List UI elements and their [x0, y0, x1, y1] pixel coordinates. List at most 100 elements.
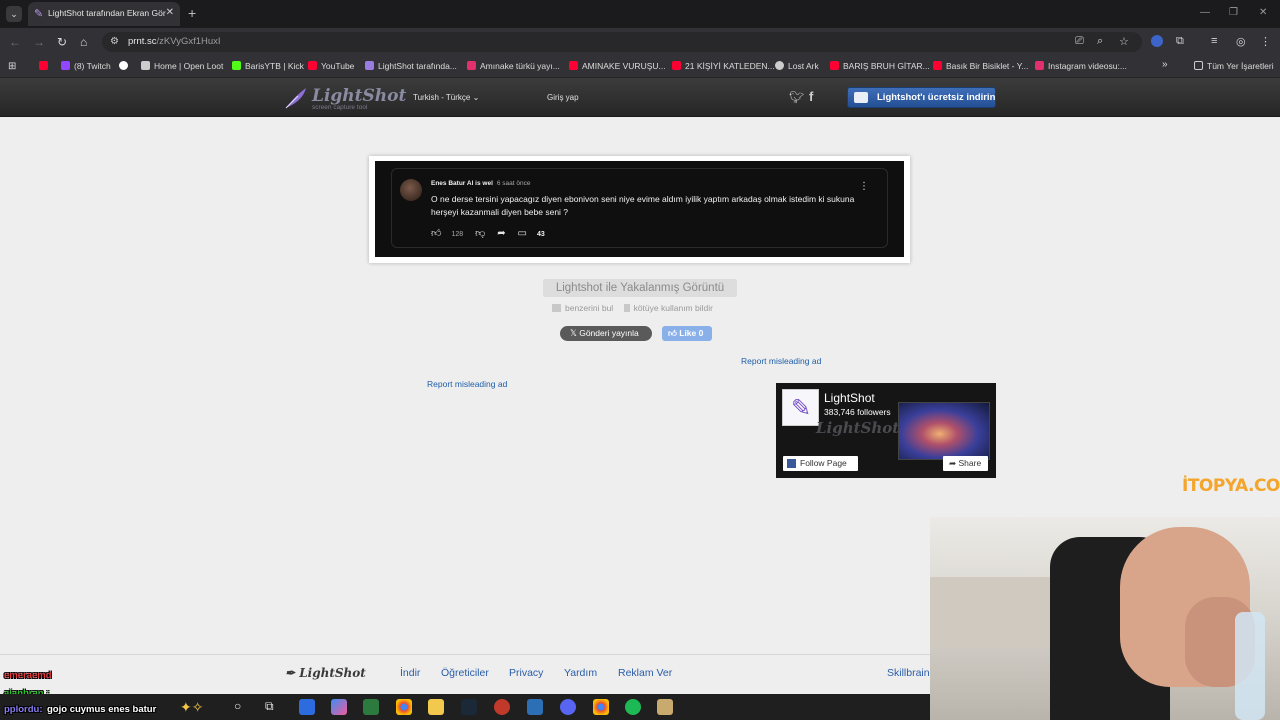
home-icon[interactable]: ⌂: [80, 35, 87, 49]
back-icon[interactable]: ←: [9, 35, 21, 49]
footer-logo[interactable]: ✒ LightShot: [285, 666, 366, 680]
language-label: Turkish - Türkçe: [413, 93, 471, 102]
bookmark-item[interactable]: LightShot tarafında...: [365, 61, 457, 71]
app-icon[interactable]: [299, 699, 315, 715]
chrome-icon[interactable]: [593, 699, 609, 715]
youtube-icon: [830, 61, 839, 70]
menu-icon[interactable]: ⋮: [1260, 35, 1271, 48]
apps-grid-icon[interactable]: ⊞: [8, 61, 16, 72]
site-header: [0, 78, 1280, 117]
screenshot-image[interactable]: Enes Batur Al is wel 6 saat önce O ne der…: [375, 161, 904, 257]
task-view-icon[interactable]: ⧉: [265, 699, 274, 714]
forward-icon[interactable]: →: [33, 35, 45, 49]
bookmark-item[interactable]: Amınake türkü yayı...: [467, 61, 560, 71]
page-name[interactable]: LightShot: [824, 391, 875, 405]
like-label: Like 0: [679, 328, 704, 338]
download-button[interactable]: Lightshot'ı ücretsiz indirin: [847, 87, 996, 108]
site-info-icon[interactable]: ⚙: [110, 36, 119, 47]
url-input[interactable]: ⚙ prnt.sc/zKVyGxf1HuxI: [102, 32, 1142, 52]
footer-link-advertise[interactable]: Reklam Ver: [618, 667, 672, 679]
search-circle-icon[interactable]: ○: [234, 699, 241, 713]
chrome-icon[interactable]: [396, 699, 412, 715]
reading-list-icon[interactable]: ≡: [1211, 35, 1217, 47]
youtube-icon: [39, 61, 48, 70]
tab-close-icon[interactable]: ✕: [166, 7, 174, 18]
minimize-icon[interactable]: —: [1200, 7, 1210, 18]
footer-link-tutorials[interactable]: Öğreticiler: [441, 667, 489, 679]
bookmark-item[interactable]: BarisYTB | Kick: [232, 61, 304, 71]
language-selector[interactable]: Turkish - Türkçe ⌄: [413, 93, 479, 102]
url-text: prnt.sc/zKVyGxf1HuxI: [128, 36, 221, 47]
bookmark-label: Home | Open Loot: [154, 61, 224, 71]
follow-page-button[interactable]: Follow Page: [783, 456, 858, 471]
bookmark-item[interactable]: [119, 61, 132, 71]
reply-icon: ▭: [517, 228, 527, 239]
extensions-icon[interactable]: ⧉: [1176, 35, 1184, 48]
caption-links: benzerini bul kötüye kullanım bildir: [552, 303, 713, 313]
cover-image: [898, 402, 990, 460]
share-button[interactable]: ➦ Share: [943, 456, 988, 471]
cover-logo: LightShot: [816, 419, 900, 437]
find-similar-link[interactable]: benzerini bul: [552, 303, 613, 313]
page-avatar[interactable]: ✎: [782, 389, 819, 426]
maximize-icon[interactable]: ❐: [1229, 7, 1238, 18]
store-icon[interactable]: [363, 699, 379, 715]
bookmark-label: (8) Twitch: [74, 61, 111, 71]
thumbs-up-icon: 👍︎: [668, 328, 680, 338]
bookmark-item[interactable]: Lost Ark: [775, 61, 819, 71]
all-bookmarks-folder[interactable]: Tüm Yer İşaretleri: [1194, 61, 1274, 71]
footer-link-skillbrains[interactable]: Skillbrains: [887, 667, 935, 679]
file-explorer-icon[interactable]: [428, 699, 444, 715]
thumbs-up-icon: 👍︎: [431, 228, 442, 239]
reload-icon[interactable]: ↻: [57, 35, 67, 49]
facebook-like-button[interactable]: 👍︎ Like 0: [662, 326, 712, 341]
more-options-icon: ⋮: [859, 181, 869, 192]
footer-logo-text: LightShot: [299, 666, 366, 680]
bookmark-item[interactable]: YouTube: [308, 61, 354, 71]
footer-link-help[interactable]: Yardım: [564, 667, 597, 679]
tab-active[interactable]: ✎ LightShot tarafından Ekran Görüntüsü ✕: [28, 2, 180, 26]
facebook-icon[interactable]: f: [809, 89, 813, 104]
bookmarks-overflow-icon[interactable]: »: [1162, 59, 1168, 70]
report-ad-link[interactable]: Report misleading ad: [427, 379, 507, 389]
extension-badge-icon[interactable]: [1151, 35, 1163, 47]
report-ad-link[interactable]: Report misleading ad: [741, 356, 821, 366]
league-icon[interactable]: [657, 699, 673, 715]
bookmark-item[interactable]: BARIŞ BRUH GİTAR...: [830, 61, 930, 71]
twitter-icon[interactable]: 🐦︎: [789, 90, 804, 104]
app-icon[interactable]: [527, 699, 543, 715]
bookmark-label: AMINAKE VURUŞU...: [582, 61, 666, 71]
instagram-icon: [1035, 61, 1044, 70]
bookmark-item[interactable]: Home | Open Loot: [141, 61, 223, 71]
screenshot-frame: Enes Batur Al is wel 6 saat önce O ne der…: [369, 156, 910, 263]
new-tab-icon[interactable]: +: [188, 5, 196, 21]
steam-icon[interactable]: [461, 699, 477, 715]
facebook-page-widget[interactable]: ✎ LightShot 383,746 followers LightShot …: [776, 383, 996, 478]
tab-search-button[interactable]: ⌄: [6, 6, 22, 22]
tweet-button[interactable]: 𝕏 Gönderi yayınla: [560, 326, 652, 341]
app-icon[interactable]: [494, 699, 510, 715]
youtube-icon: [569, 61, 578, 70]
footer-link-privacy[interactable]: Privacy: [509, 667, 543, 679]
bookmark-item[interactable]: Basık Bir Bisiklet - Y...: [933, 61, 1028, 71]
report-abuse-link[interactable]: kötüye kullanım bildir: [623, 303, 713, 313]
window-close-icon[interactable]: ✕: [1259, 7, 1267, 18]
profile-icon[interactable]: ◎: [1236, 35, 1246, 48]
bookmark-item[interactable]: 21 KİŞİYİ KATLEDEN...: [672, 61, 775, 71]
bookmark-label: Amınake türkü yayı...: [480, 61, 560, 71]
zoom-icon[interactable]: ⌕: [1097, 35, 1103, 48]
cast-icon[interactable]: ⎚: [1075, 35, 1084, 48]
bookmark-item[interactable]: [39, 61, 52, 71]
footer-link-download[interactable]: İndir: [400, 667, 420, 679]
bookmark-item[interactable]: Instagram videosu:...: [1035, 61, 1127, 71]
bookmark-item[interactable]: AMINAKE VURUŞU...: [569, 61, 666, 71]
spotify-icon[interactable]: [625, 699, 641, 715]
copilot-icon[interactable]: [331, 699, 347, 715]
sparkle-icon: ✦✧: [180, 699, 204, 715]
login-link[interactable]: Giriş yap: [547, 93, 579, 102]
bookmark-star-icon[interactable]: ☆: [1119, 35, 1129, 48]
bookmark-item[interactable]: (8) Twitch: [61, 61, 111, 71]
find-similar-label: benzerini bul: [565, 303, 614, 313]
discord-icon[interactable]: [560, 699, 576, 715]
logo-subtitle: screen capture tool: [312, 104, 368, 111]
